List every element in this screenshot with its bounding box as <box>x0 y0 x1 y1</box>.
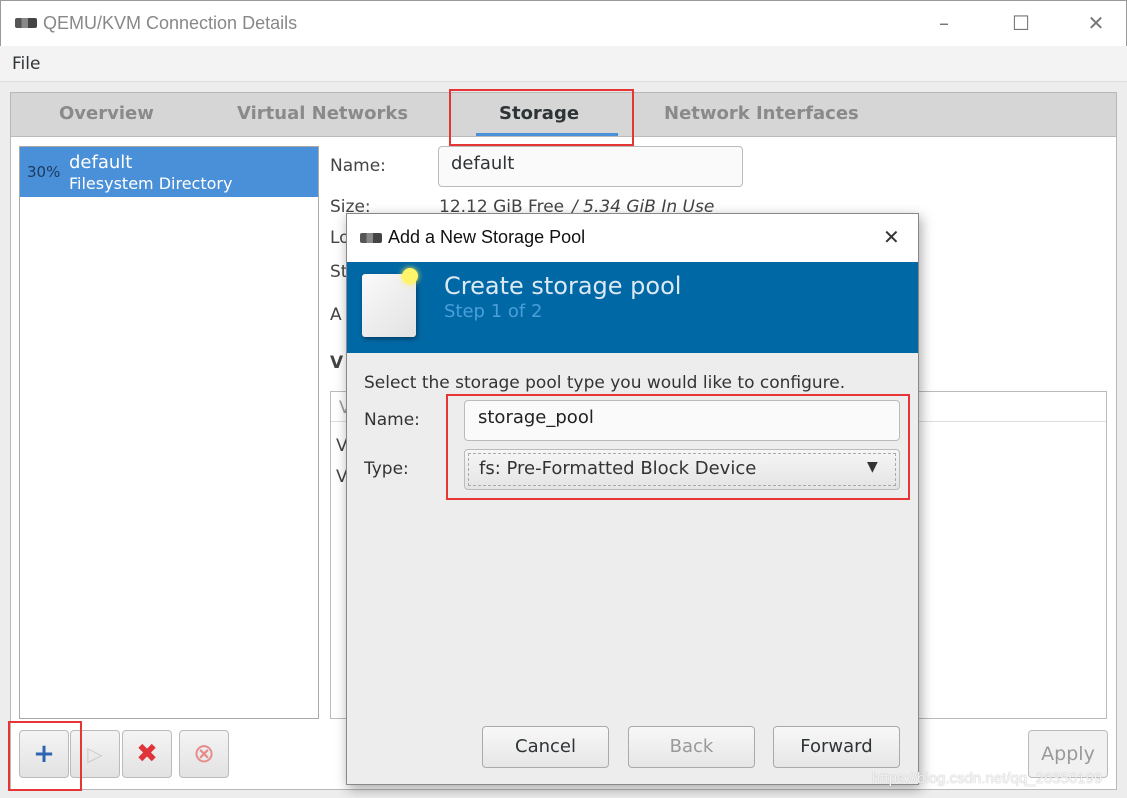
dialog-titlebar: Add a New Storage Pool ✕ <box>347 214 918 262</box>
delete-pool-button[interactable]: ✖ <box>122 730 172 778</box>
pool-name-field[interactable]: default <box>438 146 743 187</box>
tab-overview[interactable]: Overview <box>59 103 154 124</box>
pool-type: Filesystem Directory <box>69 174 233 193</box>
new-storage-icon <box>362 268 418 337</box>
maximize-button[interactable]: ☐ <box>1006 11 1036 35</box>
highlight-box <box>449 89 634 146</box>
window-titlebar: QEMU/KVM Connection Details – ☐ ✕ <box>0 0 1127 46</box>
tab-virtual-networks[interactable]: Virtual Networks <box>237 103 408 124</box>
highlight-box <box>8 721 82 791</box>
close-button[interactable]: ✕ <box>1081 11 1111 35</box>
delete-x-icon: ✖ <box>136 739 158 769</box>
pool-name: default <box>69 152 133 173</box>
dialog-type-label: Type: <box>364 459 409 479</box>
watermark: https://blog.csdn.net/qq_26350199 <box>872 770 1103 787</box>
dialog-close-button[interactable]: ✕ <box>883 225 900 249</box>
dialog-name-label: Name: <box>364 410 420 430</box>
dialog-instruction: Select the storage pool type you would l… <box>364 373 846 393</box>
pool-list[interactable] <box>19 146 319 719</box>
name-label: Name: <box>330 156 386 176</box>
play-icon: ▷ <box>87 742 103 766</box>
dialog-banner: Create storage pool Step 1 of 2 <box>347 262 918 353</box>
highlight-box <box>446 394 910 500</box>
window-title: QEMU/KVM Connection Details <box>43 13 298 33</box>
forward-button[interactable]: Forward <box>773 726 900 768</box>
minimize-button[interactable]: – <box>929 11 959 35</box>
pool-list-item[interactable]: 30% default Filesystem Directory <box>20 147 318 197</box>
volumes-heading: V <box>330 353 344 373</box>
menubar: File <box>0 46 1127 82</box>
add-storage-pool-dialog: Add a New Storage Pool ✕ Create storage … <box>346 213 919 785</box>
menu-file[interactable]: File <box>12 54 40 74</box>
stop-icon: ⊗ <box>193 739 215 769</box>
autostart-label: A <box>330 305 342 325</box>
virt-manager-icon <box>15 18 37 28</box>
cancel-button[interactable]: Cancel <box>482 726 609 768</box>
virt-manager-icon <box>360 233 382 243</box>
pool-usage: 30% <box>27 163 61 181</box>
dialog-step: Step 1 of 2 <box>444 301 543 322</box>
stop-pool-button[interactable]: ⊗ <box>179 730 229 778</box>
tab-network-interfaces[interactable]: Network Interfaces <box>664 103 859 124</box>
state-label: St <box>330 262 348 282</box>
dialog-heading: Create storage pool <box>444 272 682 300</box>
back-button[interactable]: Back <box>628 726 755 768</box>
dialog-title: Add a New Storage Pool <box>388 227 586 247</box>
